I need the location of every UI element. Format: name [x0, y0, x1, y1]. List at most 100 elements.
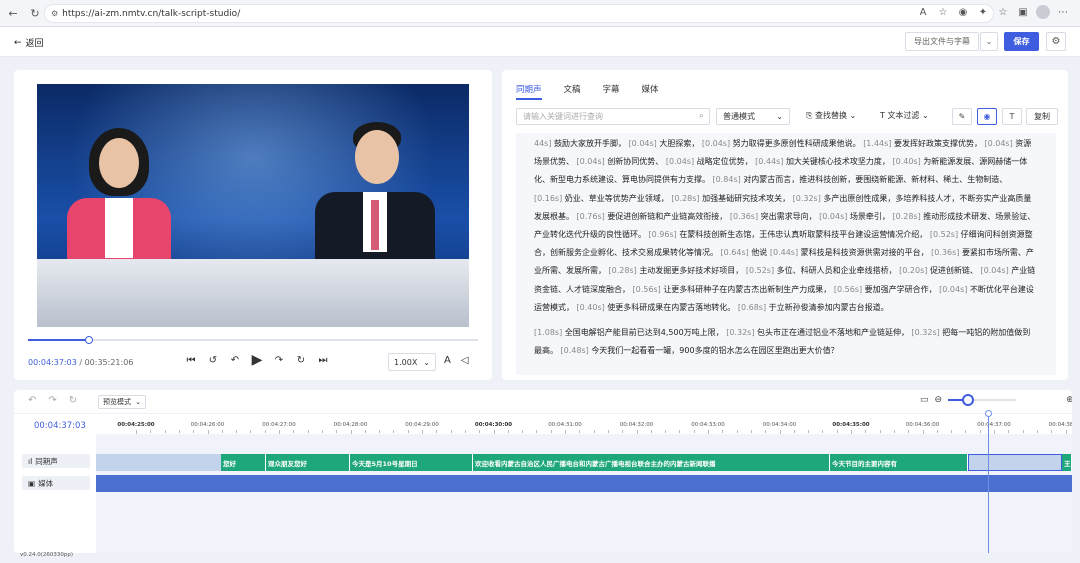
sentence[interactable]: 全国电解铝产能目前已达到4,500万吨上限，: [565, 328, 726, 337]
sync-segment[interactable]: 今天是5月10号星期日: [350, 454, 473, 471]
timestamp[interactable]: [0.04s]: [819, 212, 850, 221]
sentence[interactable]: 要加强产学研合作，: [865, 285, 940, 294]
speed-select[interactable]: 1.00X ⌄: [388, 353, 436, 371]
sentence[interactable]: 他说: [751, 248, 770, 257]
sentence[interactable]: 要发挥好政策支撑优势，: [894, 139, 985, 148]
timestamp[interactable]: [0.32s]: [726, 328, 757, 337]
timestamp[interactable]: [0.32s]: [793, 194, 824, 203]
tab-manuscript[interactable]: 文稿: [564, 83, 581, 100]
font-size-icon[interactable]: A: [444, 355, 451, 366]
timestamp[interactable]: [0.28s]: [671, 194, 702, 203]
timestamp[interactable]: [0.04s]: [985, 139, 1016, 148]
timestamp[interactable]: [1.08s]: [534, 328, 565, 337]
sentence[interactable]: 包头市正在通过铝业不落地和产业链延伸，: [757, 328, 912, 337]
timestamp[interactable]: [0.96s]: [649, 230, 680, 239]
timestamp[interactable]: [0.64s]: [721, 248, 752, 257]
playhead-handle[interactable]: [985, 410, 992, 417]
sync-segment[interactable]: 今天节目的主要内容有: [830, 454, 968, 471]
sentence[interactable]: 要促进创新链和产业链高效衔接，: [607, 212, 730, 221]
media-clip[interactable]: [96, 475, 1072, 492]
refresh-icon[interactable]: ↻: [69, 395, 77, 406]
timestamp[interactable]: [0.40s]: [577, 303, 608, 312]
sync-segment[interactable]: 您好: [221, 454, 266, 471]
sync-segment[interactable]: [968, 454, 1062, 471]
sentence[interactable]: 场景牵引，: [850, 212, 893, 221]
sentence[interactable]: 在蒙科技创新生态馆，王伟忠认真听取蒙科技平台建设运营情况介绍，: [679, 230, 930, 239]
timestamp[interactable]: [0.04s]: [702, 139, 733, 148]
back-button[interactable]: ← 返回: [14, 36, 44, 50]
volume-icon[interactable]: ◁: [461, 355, 469, 366]
transcript-text[interactable]: 44s] 鼓励大家放开手脚， [0.04s] 大胆探索， [0.04s] 努力取…: [516, 133, 1056, 375]
sentence[interactable]: 今天我们一起看看一罐，900多度的铝水怎么在园区里跑出更大价值？: [591, 346, 838, 355]
timestamp[interactable]: [0.56s]: [834, 285, 865, 294]
sentence[interactable]: 对内蒙古而言，推进科技创新，要围绕新能源、新材料、稀土、生物制造、: [743, 175, 1007, 184]
sentence[interactable]: 于立新孙俊清参加内蒙古台报道。: [769, 303, 889, 312]
track-area[interactable]: 您好 观众朋友您好 今天是5月10号星期日 欢迎收看内蒙古自治区人民广播电台和内蒙古广…: [96, 434, 1072, 553]
skip-start-icon[interactable]: ⏮: [184, 353, 198, 367]
fit-icon[interactable]: ▭: [920, 395, 929, 405]
playhead[interactable]: [988, 412, 989, 553]
mode-select[interactable]: 普通模式 ⌄: [716, 108, 790, 125]
export-dropdown[interactable]: ⌄: [980, 32, 998, 51]
sentence[interactable]: 突出需求导向，: [761, 212, 820, 221]
sentence[interactable]: 蒙科技是科技资源供需对接的平台，: [801, 248, 932, 257]
sentence[interactable]: 努力取得更多原创性科研成果他说。: [733, 139, 864, 148]
tab-subtitles[interactable]: 字幕: [603, 83, 620, 100]
timestamp[interactable]: [0.48s]: [561, 346, 592, 355]
timestamp[interactable]: [0.04s]: [577, 157, 608, 166]
sentence[interactable]: 鼓励大家放开手脚，: [554, 139, 629, 148]
zoom-handle[interactable]: [962, 394, 975, 406]
address-bar[interactable]: ⚙ https://ai-zm.nmtv.cn/talk-script-stud…: [44, 4, 994, 23]
text-button[interactable]: T: [1002, 108, 1022, 125]
track-label-sync[interactable]: ıI 同期声: [22, 454, 90, 468]
tab-media[interactable]: 媒体: [642, 83, 659, 100]
zoom-in-icon[interactable]: ⊕: [1066, 395, 1072, 405]
timestamp[interactable]: [0.16s]: [534, 194, 565, 203]
rewind-10s-icon[interactable]: ↺: [206, 353, 220, 367]
star-icon[interactable]: ☆: [936, 5, 950, 19]
timestamp[interactable]: 44s]: [534, 139, 554, 148]
puzzle-icon[interactable]: ✦: [976, 5, 990, 19]
sync-segment[interactable]: [96, 454, 221, 471]
sentence[interactable]: 主动发掘更多好技术好项目，: [639, 266, 746, 275]
sentence[interactable]: 加强基础研究技术攻关，: [702, 194, 793, 203]
text-filter-button[interactable]: T 文本过滤 ⌄: [880, 110, 929, 121]
extension-icon[interactable]: ◉: [956, 5, 970, 19]
sentence[interactable]: 创新协同优势、: [607, 157, 666, 166]
redo-icon[interactable]: ↷: [48, 395, 56, 406]
sync-segment[interactable]: 欢迎收看内蒙古自治区人民广播电台和内蒙古广播电视台联合主办的内蒙古新闻联播: [473, 454, 830, 471]
timestamp[interactable]: [0.28s]: [892, 212, 923, 221]
tab-sync-sound[interactable]: 同期声: [516, 83, 542, 100]
timestamp[interactable]: [0.52s]: [746, 266, 777, 275]
forward-icon[interactable]: ↷: [272, 353, 286, 367]
timeline-ruler[interactable]: 00:04:25:00 00:04:26:00 00:04:27:00 00:04:2…: [96, 414, 1072, 434]
site-info-icon[interactable]: ⚙: [51, 9, 58, 18]
track-label-media[interactable]: ▣ 媒体: [22, 476, 90, 490]
search-icon[interactable]: ⌕: [699, 111, 704, 121]
profile-avatar[interactable]: [1036, 5, 1050, 19]
timestamp[interactable]: [0.20s]: [899, 266, 930, 275]
timestamp[interactable]: [0.04s]: [980, 266, 1011, 275]
favorites-icon[interactable]: ☆: [996, 5, 1010, 19]
timestamp[interactable]: [0.36s]: [931, 248, 962, 257]
sentence[interactable]: 多位、科研人员和企业牵线搭桥，: [777, 266, 900, 275]
sentence[interactable]: 让更多科研种子在内蒙古杰出新制生产力成果，: [663, 285, 834, 294]
collections-icon[interactable]: ▣: [1016, 5, 1030, 19]
sentence[interactable]: 奶业、草业等优势产业领域，: [565, 194, 672, 203]
video-progress-bar[interactable]: [28, 336, 478, 344]
search-input[interactable]: 请输入关键词进行查询 ⌕: [516, 108, 710, 125]
timestamp[interactable]: [0.52s]: [930, 230, 961, 239]
progress-handle[interactable]: [84, 336, 93, 344]
timestamp[interactable]: [0.32s]: [912, 328, 943, 337]
sentence[interactable]: 大胆探索，: [659, 139, 702, 148]
sentence[interactable]: 加大关键核心技术攻坚力度，: [786, 157, 893, 166]
timestamp[interactable]: [0.68s]: [738, 303, 769, 312]
timestamp[interactable]: [0.84s]: [713, 175, 744, 184]
play-icon[interactable]: ▶: [250, 352, 264, 368]
timestamp[interactable]: [0.44s]: [755, 157, 786, 166]
timestamp[interactable]: [0.76s]: [577, 212, 608, 221]
timestamp[interactable]: [0.40s]: [892, 157, 923, 166]
timestamp[interactable]: [0.04s]: [629, 139, 660, 148]
translate-icon[interactable]: A: [916, 5, 930, 19]
menu-icon[interactable]: ⋯: [1056, 5, 1070, 19]
